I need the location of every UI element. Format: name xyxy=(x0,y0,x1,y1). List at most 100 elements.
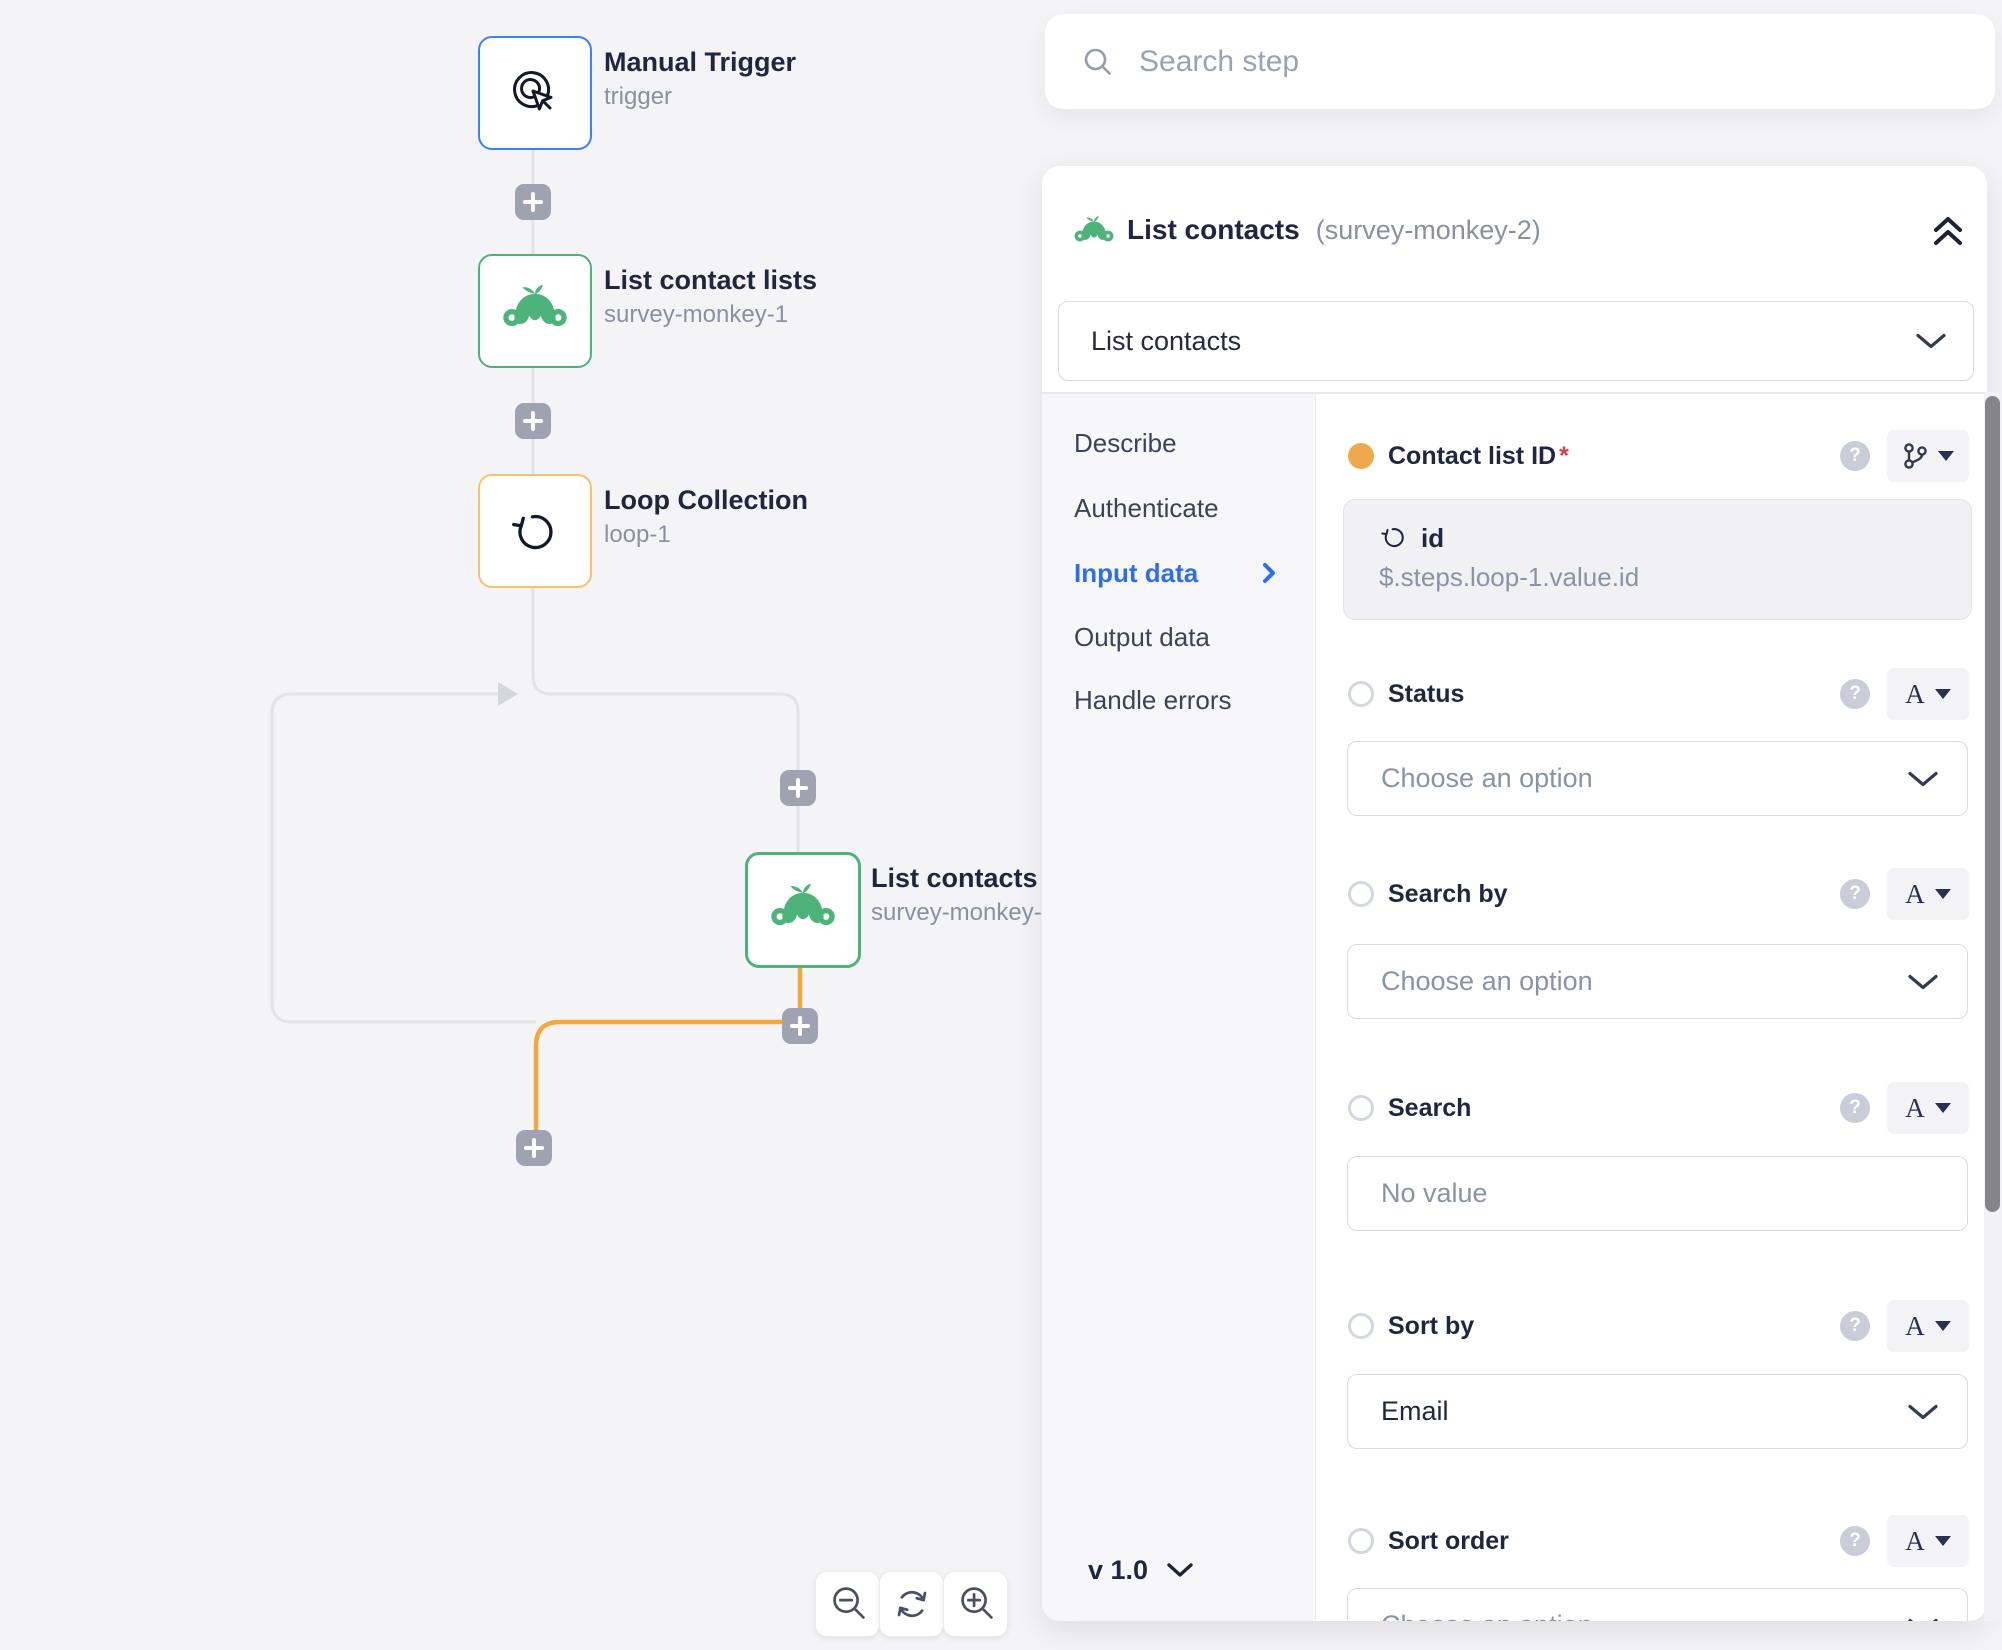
zoom-in-icon xyxy=(951,1579,1001,1629)
mapping-type-selector[interactable]: A xyxy=(1887,1300,1969,1352)
scrollbar-thumb[interactable] xyxy=(1985,396,2000,1212)
tab-input-data[interactable]: Input data xyxy=(1074,555,1198,591)
collapse-panel-button[interactable] xyxy=(1926,210,1970,254)
surveymonkey-icon xyxy=(1074,212,1114,252)
zoom-out-button[interactable] xyxy=(815,1571,880,1637)
add-step-button[interactable] xyxy=(515,184,551,220)
caret-down-icon xyxy=(1938,451,1954,461)
mapping-type-selector[interactable]: A xyxy=(1887,868,1969,920)
chevron-down-icon xyxy=(1907,1617,1939,1621)
status-dropdown[interactable]: Choose an option xyxy=(1347,741,1968,816)
refresh-icon xyxy=(887,1579,937,1629)
node-manual-trigger[interactable] xyxy=(478,36,592,150)
tab-authenticate[interactable]: Authenticate xyxy=(1074,490,1219,526)
add-step-button[interactable] xyxy=(516,1130,552,1166)
field-status-dot xyxy=(1348,443,1374,469)
field-status-dot xyxy=(1348,1095,1374,1121)
field-label-sort-by: Sort by xyxy=(1388,1309,1474,1343)
field-label-search: Search xyxy=(1388,1091,1471,1125)
caret-down-icon xyxy=(1935,1536,1951,1546)
help-icon[interactable]: ? xyxy=(1840,679,1870,709)
static-type-icon: A xyxy=(1905,1311,1925,1342)
dropdown-placeholder: Choose an option xyxy=(1381,1610,1593,1621)
chevron-down-icon xyxy=(1166,1562,1194,1578)
node-title: List contact lists xyxy=(604,265,817,296)
chevron-right-icon xyxy=(1258,562,1280,584)
loop-icon xyxy=(504,500,566,562)
sort-order-dropdown[interactable]: Choose an option xyxy=(1347,1588,1968,1621)
version-label: v 1.0 xyxy=(1088,1555,1148,1586)
help-icon[interactable]: ? xyxy=(1840,1093,1870,1123)
caret-down-icon xyxy=(1935,889,1951,899)
node-title: Loop Collection xyxy=(604,485,808,516)
field-status-dot xyxy=(1348,1528,1374,1554)
panel-header: List contacts (survey-monkey-2) xyxy=(1127,214,1541,246)
step-config-panel: List contacts (survey-monkey-2) List con… xyxy=(1042,166,1987,1621)
sort-by-dropdown[interactable]: Email xyxy=(1347,1374,1968,1449)
add-step-button[interactable] xyxy=(782,1008,818,1044)
tab-handle-errors[interactable]: Handle errors xyxy=(1074,682,1232,718)
dropdown-value: Email xyxy=(1381,1396,1449,1427)
mapping-type-selector[interactable]: A xyxy=(1887,668,1969,720)
field-label-search-by: Search by xyxy=(1388,877,1508,911)
surveymonkey-icon xyxy=(770,877,836,943)
mapping-type-selector[interactable]: A xyxy=(1887,1515,1969,1567)
step-search-bar xyxy=(1045,14,1995,109)
chevron-down-icon xyxy=(1907,973,1939,990)
loop-icon xyxy=(1377,520,1411,554)
caret-down-icon xyxy=(1935,1103,1951,1113)
search-step-input[interactable] xyxy=(1137,44,1995,80)
mapping-type-selector[interactable]: A xyxy=(1887,1082,1969,1134)
help-icon[interactable]: ? xyxy=(1840,879,1870,909)
static-type-icon: A xyxy=(1905,879,1925,910)
chevron-down-icon xyxy=(1907,770,1939,787)
help-icon[interactable]: ? xyxy=(1840,441,1870,471)
action-select-value: List contacts xyxy=(1091,326,1241,357)
node-title: Manual Trigger xyxy=(604,47,796,78)
panel-step-id: (survey-monkey-2) xyxy=(1316,215,1541,246)
static-type-icon: A xyxy=(1905,1526,1925,1557)
dropdown-placeholder: Choose an option xyxy=(1381,966,1593,997)
tab-output-data[interactable]: Output data xyxy=(1074,619,1210,655)
node-subtitle: survey-monkey-2 xyxy=(871,899,1055,927)
add-step-button[interactable] xyxy=(515,403,551,439)
node-list-contact-lists[interactable] xyxy=(478,254,592,368)
zoom-in-button[interactable] xyxy=(943,1571,1008,1637)
search-text-input[interactable]: No value xyxy=(1347,1156,1968,1231)
node-loop-collection[interactable] xyxy=(478,474,592,588)
zoom-out-icon xyxy=(823,1579,873,1629)
mapping-type-selector[interactable] xyxy=(1887,430,1969,482)
node-subtitle: trigger xyxy=(604,83,796,111)
workflow-editor: Manual Trigger trigger List contact list… xyxy=(0,0,2002,1650)
add-step-button[interactable] xyxy=(780,770,816,806)
required-marker: * xyxy=(1559,442,1569,471)
panel-title: List contacts xyxy=(1127,214,1300,246)
node-label-manual-trigger: Manual Trigger trigger xyxy=(604,47,796,111)
help-icon[interactable]: ? xyxy=(1840,1526,1870,1556)
action-select[interactable]: List contacts xyxy=(1058,301,1974,381)
contact-list-id-token-field[interactable]: id $.steps.loop-1.value.id xyxy=(1343,499,1972,620)
node-subtitle: loop-1 xyxy=(604,521,808,549)
reset-view-button[interactable] xyxy=(879,1571,944,1637)
static-type-icon: A xyxy=(1905,1093,1925,1124)
field-status-dot xyxy=(1348,1313,1374,1339)
tab-describe[interactable]: Describe xyxy=(1074,425,1177,461)
version-selector[interactable]: v 1.0 xyxy=(1088,1552,1194,1588)
field-label-contact-list-id: Contact list ID* xyxy=(1388,439,1569,473)
search-by-dropdown[interactable]: Choose an option xyxy=(1347,944,1968,1019)
help-icon[interactable]: ? xyxy=(1840,1311,1870,1341)
node-list-contacts[interactable] xyxy=(745,852,861,968)
token-name: id xyxy=(1421,523,1444,554)
manual-trigger-icon xyxy=(503,61,567,125)
field-status-dot xyxy=(1348,681,1374,707)
static-type-icon: A xyxy=(1905,679,1925,710)
field-label-status: Status xyxy=(1388,677,1464,711)
input-placeholder: No value xyxy=(1381,1178,1488,1209)
double-chevron-up-icon xyxy=(1930,213,1966,251)
caret-down-icon xyxy=(1935,1321,1951,1331)
surveymonkey-icon xyxy=(502,278,568,344)
node-subtitle: survey-monkey-1 xyxy=(604,301,817,329)
field-status-dot xyxy=(1348,881,1374,907)
field-label-sort-order: Sort order xyxy=(1388,1524,1509,1558)
node-label-list-contacts: List contacts survey-monkey-2 xyxy=(871,863,1055,927)
